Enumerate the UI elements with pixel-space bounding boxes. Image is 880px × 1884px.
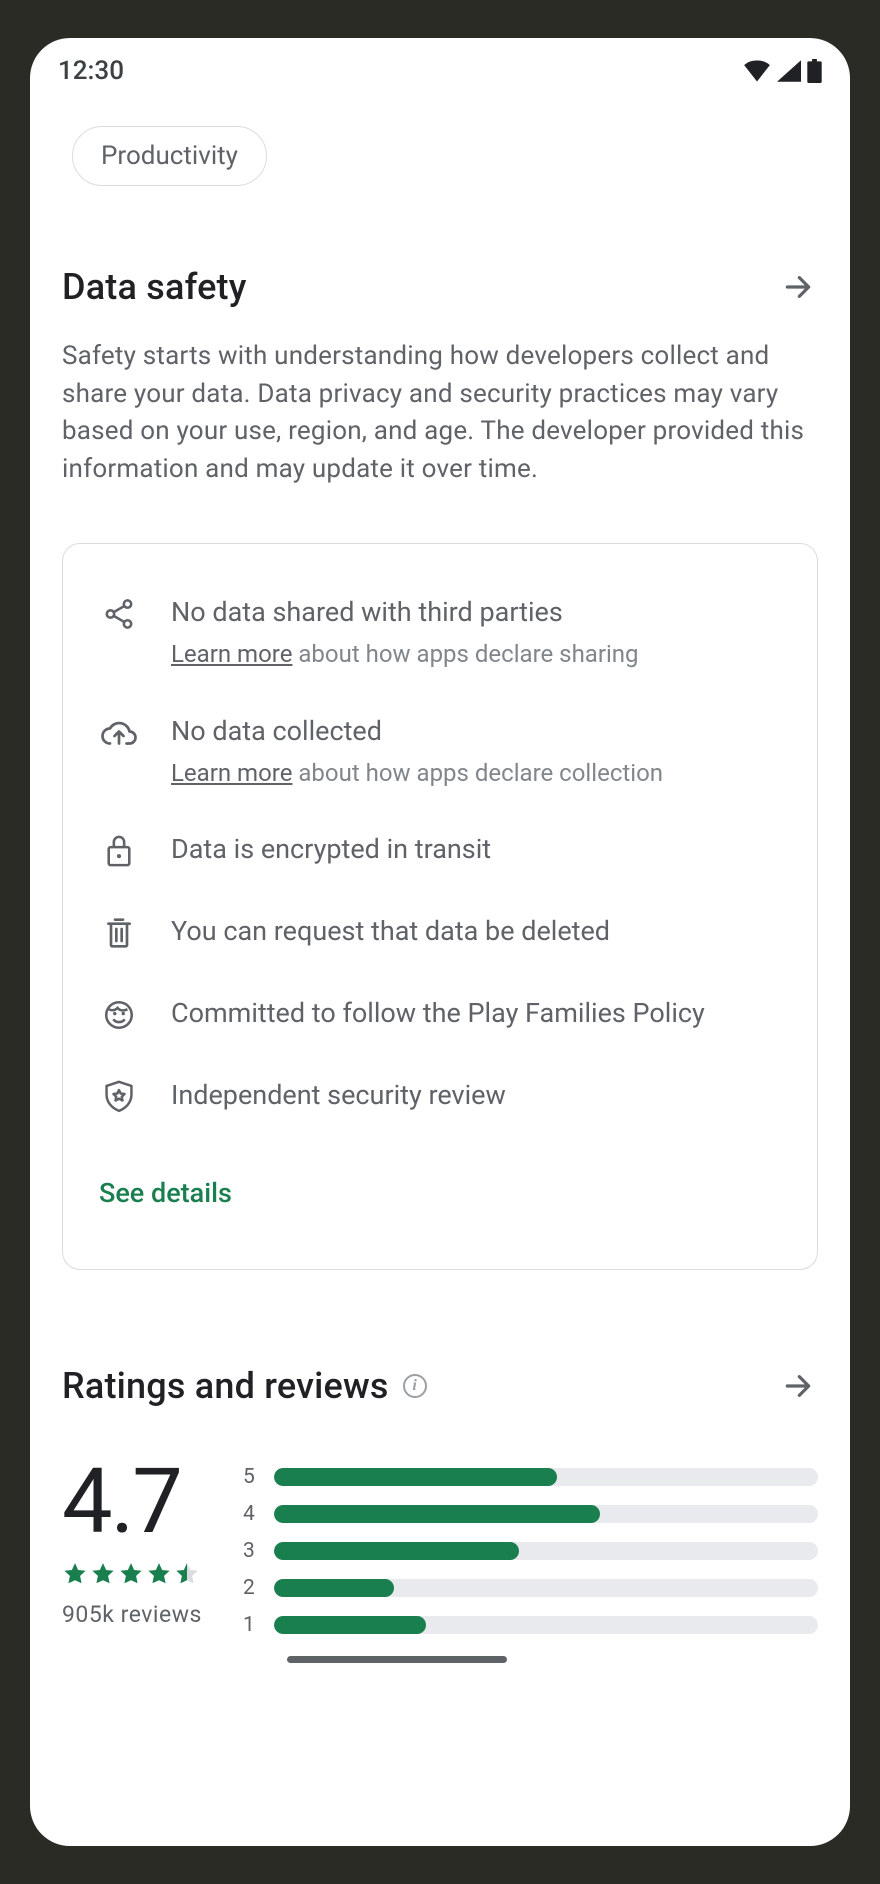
info-icon[interactable]: i — [403, 1374, 427, 1398]
rating-bar-row: 4 — [242, 1502, 818, 1526]
battery-icon — [807, 59, 822, 83]
data-safety-item: No data shared with third parties Learn … — [99, 594, 781, 671]
data-safety-item: You can request that data be deleted — [99, 913, 781, 953]
cellular-icon — [777, 60, 801, 82]
data-safety-item: Data is encrypted in transit — [99, 831, 781, 871]
cloud-upload-icon — [99, 713, 139, 753]
clock: 12:30 — [58, 56, 124, 86]
learn-more-link[interactable]: Learn more — [171, 640, 292, 668]
data-safety-item-sub: Learn more about how apps declare sharin… — [171, 638, 639, 670]
data-safety-item-text: You can request that data be deleted — [171, 913, 610, 949]
data-safety-item-text: No data shared with third parties — [171, 594, 639, 630]
rating-bar-row: 2 — [242, 1576, 818, 1600]
rating-bar-fill — [274, 1616, 426, 1634]
rating-bar-row: 3 — [242, 1539, 818, 1563]
shield-star-icon — [99, 1077, 139, 1117]
ratings-title: Ratings and reviews i — [62, 1365, 427, 1407]
data-safety-item-text: Data is encrypted in transit — [171, 831, 491, 867]
data-safety-title: Data safety — [62, 266, 247, 308]
star-icon — [118, 1561, 144, 1587]
category-chip-productivity[interactable]: Productivity — [72, 126, 267, 186]
data-safety-arrow-button[interactable] — [778, 267, 818, 307]
data-safety-item: No data collected Learn more about how a… — [99, 713, 781, 790]
data-safety-item: Committed to follow the Play Families Po… — [99, 995, 781, 1035]
arrow-right-icon — [782, 1370, 814, 1402]
star-icon — [90, 1561, 116, 1587]
scroll-indicator — [287, 1656, 507, 1663]
learn-more-link[interactable]: Learn more — [171, 759, 292, 787]
rating-bar-row: 1 — [242, 1613, 818, 1637]
data-safety-item-text: No data collected — [171, 713, 663, 749]
lock-icon — [99, 831, 139, 871]
rating-bar-row: 5 — [242, 1465, 818, 1489]
data-safety-item-sub: Learn more about how apps declare collec… — [171, 757, 663, 789]
rating-stars — [62, 1561, 200, 1587]
data-safety-item-text: Committed to follow the Play Families Po… — [171, 995, 705, 1031]
data-safety-description: Safety starts with understanding how dev… — [62, 338, 818, 489]
status-bar: 12:30 — [30, 38, 850, 96]
ratings-section: Ratings and reviews i 4.7 — [62, 1365, 818, 1663]
arrow-right-icon — [782, 271, 814, 303]
data-safety-card: No data shared with third parties Learn … — [62, 543, 818, 1271]
face-icon — [99, 995, 139, 1035]
status-icons — [743, 59, 822, 83]
data-safety-item-text: Independent security review — [171, 1077, 506, 1113]
rating-distribution: 5 4 3 2 — [242, 1457, 818, 1663]
wifi-icon — [743, 60, 771, 82]
rating-bar-fill — [274, 1468, 557, 1486]
share-icon — [99, 594, 139, 634]
ratings-arrow-button[interactable] — [778, 1366, 818, 1406]
rating-bar-fill — [274, 1579, 394, 1597]
rating-bar-fill — [274, 1542, 519, 1560]
trash-icon — [99, 913, 139, 953]
rating-score: 4.7 — [62, 1457, 181, 1547]
rating-bar-fill — [274, 1505, 600, 1523]
review-count: 905k reviews — [62, 1601, 202, 1628]
star-half-icon — [174, 1561, 200, 1587]
data-safety-section: Data safety Safety starts with understan… — [62, 266, 818, 1270]
star-icon — [62, 1561, 88, 1587]
star-icon — [146, 1561, 172, 1587]
see-details-button[interactable]: See details — [99, 1177, 781, 1209]
data-safety-item: Independent security review — [99, 1077, 781, 1117]
